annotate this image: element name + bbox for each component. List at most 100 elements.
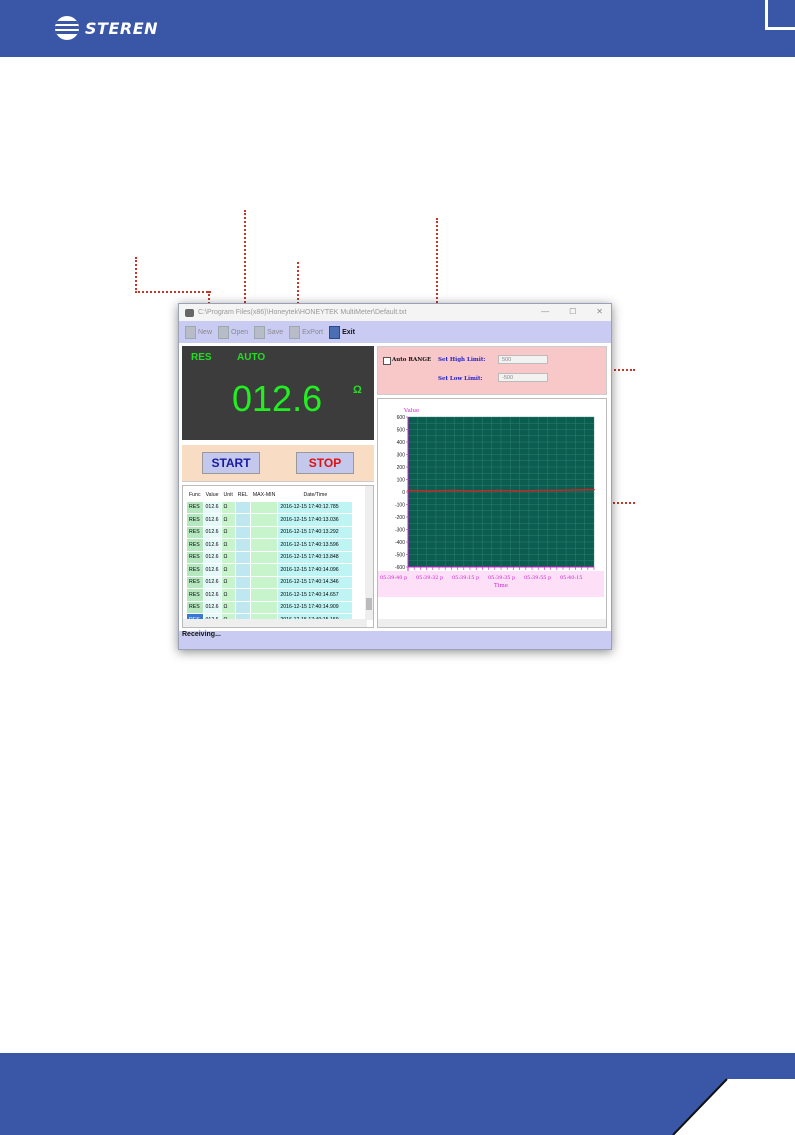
col-rel-cell: [234, 550, 251, 564]
readings-grid[interactable]: Func Value Unit REL MAX-MIN Date/Time RES 012.…: [182, 485, 374, 628]
col-unit-cell: Ω: [220, 550, 236, 564]
col-max-min-cell: [249, 525, 279, 539]
x-tick-label: 05:40:15: [560, 575, 582, 581]
col-rel-cell: [234, 600, 251, 614]
table-row[interactable]: RES 012.6 Ω 2016-12-15 17:40:13.848: [186, 550, 354, 564]
col-max-min-header[interactable]: MAX-MIN: [249, 488, 279, 502]
open-button[interactable]: Open: [218, 325, 249, 339]
table-row[interactable]: RES 012.6 Ω 2016-12-15 17:40:14.909: [186, 600, 354, 614]
start-button[interactable]: START: [202, 452, 260, 474]
auto-range-label: Auto RANGE: [392, 357, 432, 363]
table-row[interactable]: RES 012.6 Ω 2016-12-15 17:40:13.596: [186, 538, 354, 552]
table-row[interactable]: RES 012.6 Ω 2016-12-15 17:40:14.657: [186, 588, 354, 602]
col-date-time-cell: 2016-12-15 17:40:13.292: [277, 525, 354, 539]
maximize-button[interactable]: ☐: [569, 307, 576, 316]
col-unit-cell: Ω: [220, 500, 236, 514]
y-tick-label: 500: [397, 428, 406, 434]
save-button[interactable]: Save: [254, 325, 284, 339]
status-text: Receiving...: [182, 631, 221, 638]
col-unit-cell: Ω: [220, 588, 236, 602]
col-value-cell: 012.6: [202, 550, 222, 564]
col-func-cell: RES: [186, 563, 204, 577]
chart-horizontal-scrollbar[interactable]: [378, 619, 606, 627]
series-point: [593, 488, 595, 491]
grid-vertical-scrollbar[interactable]: [365, 486, 373, 620]
high-limit-input[interactable]: 500: [498, 355, 548, 364]
x-tick-label: 05:39:35 p: [488, 575, 515, 581]
callout-leader-new: [135, 257, 211, 293]
col-rel-cell: [234, 500, 251, 514]
auto-range-checkbox[interactable]: [383, 357, 391, 365]
display-unit: Ω: [353, 384, 362, 396]
col-func-cell: RES: [186, 600, 204, 614]
y-axis-label: Value: [403, 408, 419, 414]
grid-scroll-thumb[interactable]: [366, 598, 372, 610]
col-unit-cell: Ω: [220, 525, 236, 539]
stop-button[interactable]: STOP: [296, 452, 354, 474]
col-date-time-header[interactable]: Date/Time: [277, 488, 354, 502]
y-tick-label: -300: [395, 528, 405, 534]
export-button[interactable]: ExPort: [289, 325, 323, 339]
y-tick-label: 300: [397, 453, 406, 459]
minimize-button[interactable]: —: [541, 307, 549, 316]
series-point: [556, 489, 558, 492]
col-max-min-cell: [249, 513, 279, 527]
open-label: Open: [231, 328, 249, 336]
col-unit-cell: Ω: [220, 600, 236, 614]
x-tick-label: 05:39:55 p: [524, 575, 551, 581]
y-tick-label: -600: [395, 565, 405, 571]
grid-horizontal-scrollbar[interactable]: [183, 619, 367, 627]
exit-button[interactable]: Exit: [329, 325, 355, 339]
col-func-header[interactable]: Func: [186, 488, 204, 502]
y-tick-label: 600: [397, 415, 406, 421]
col-unit-header[interactable]: Unit: [220, 488, 236, 502]
close-button[interactable]: ✕: [596, 307, 603, 316]
col-rel-header[interactable]: REL: [234, 488, 251, 502]
series-point: [541, 489, 543, 492]
brand-name: STEREN: [85, 18, 159, 38]
table-row[interactable]: RES 012.6 Ω 2016-12-15 17:40:14.346: [186, 575, 354, 589]
y-tick-label: -400: [395, 540, 405, 546]
page-footer-bar: [0, 1053, 795, 1135]
window-title: C:\Program Files(x86)\Honeytek\HONEYTEK …: [198, 309, 407, 316]
new-button[interactable]: New: [185, 325, 212, 339]
app-icon: [185, 308, 194, 317]
table-row[interactable]: RES 012.6 Ω 2016-12-15 17:40:13.036: [186, 513, 354, 527]
display-reading: 012.6: [232, 378, 323, 419]
series-point: [474, 489, 476, 492]
y-tick-label: -100: [395, 503, 405, 509]
col-max-min-cell: [249, 550, 279, 564]
col-value-cell: 012.6: [202, 600, 222, 614]
col-func-cell: RES: [186, 525, 204, 539]
col-value-cell: 012.6: [202, 513, 222, 527]
save-disk-icon: [254, 325, 266, 339]
col-func-cell: RES: [186, 550, 204, 564]
col-value-header[interactable]: Value: [202, 488, 222, 502]
export-icon: [289, 325, 301, 339]
exit-icon: [329, 325, 341, 339]
x-tick-label: 05:39:32 p: [416, 575, 443, 581]
save-label: Save: [267, 328, 284, 336]
table-row[interactable]: RES 012.6 Ω 2016-12-15 17:40:12.785: [186, 500, 354, 514]
toolbar: New Open Save ExPort Exit: [179, 321, 611, 343]
display-function: RES: [191, 352, 212, 363]
col-func-cell: RES: [186, 538, 204, 552]
status-bar: Receiving...: [179, 631, 611, 649]
y-tick-label: -200: [395, 515, 405, 521]
corner-mark: [765, 0, 795, 30]
col-max-min-cell: [249, 500, 279, 514]
x-tick-label: 05:39:15 p: [452, 575, 479, 581]
col-max-min-cell: [249, 575, 279, 589]
col-rel-cell: [234, 588, 251, 602]
col-rel-cell: [234, 525, 251, 539]
y-tick-label: 400: [397, 440, 406, 446]
table-row[interactable]: RES 012.6 Ω 2016-12-15 17:40:14.096: [186, 563, 354, 577]
window-controls: — ☐ ✕: [541, 307, 603, 316]
trend-chart-panel: 600 500 400 300 200 100 0 -100 -200 -300 -400 -500 -…: [377, 398, 607, 628]
low-limit-input[interactable]: -500: [498, 373, 548, 382]
multimeter-app-window: C:\Program Files(x86)\Honeytek\HONEYTEK …: [178, 303, 612, 650]
table-row[interactable]: RES 012.6 Ω 2016-12-15 17:40:13.292: [186, 525, 354, 539]
page-header-bar: STEREN: [0, 0, 795, 57]
window-titlebar: C:\Program Files(x86)\Honeytek\HONEYTEK …: [179, 304, 611, 321]
col-func-cell: RES: [186, 500, 204, 514]
